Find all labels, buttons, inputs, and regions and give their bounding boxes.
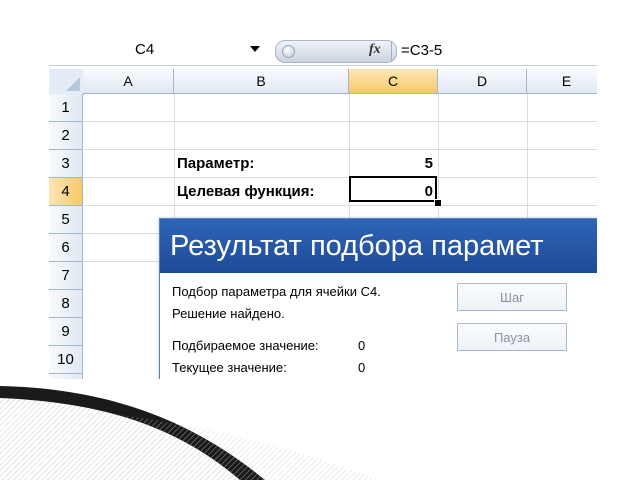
formula-bar-divider <box>391 41 392 61</box>
row-header-6[interactable]: 6 <box>49 234 83 262</box>
dialog-title: Результат подбора парамет <box>160 219 597 273</box>
target-value-label: Подбираемое значение: <box>172 338 319 353</box>
grid-line <box>84 149 597 150</box>
row-header-2[interactable]: 2 <box>49 122 83 150</box>
name-box-dropdown-icon[interactable] <box>250 46 260 52</box>
current-value-label: Текущее значение: <box>172 360 287 375</box>
row-header-7[interactable]: 7 <box>49 262 83 290</box>
row-header-4[interactable]: 4 <box>49 178 83 206</box>
active-cell-border <box>349 176 437 202</box>
row-header-11[interactable]: 11 <box>49 374 83 379</box>
row-header-3[interactable]: 3 <box>49 150 83 178</box>
column-header-c[interactable]: C <box>349 69 438 94</box>
target-value: 0 <box>358 338 366 353</box>
row-header-1[interactable]: 1 <box>49 94 83 122</box>
grid-line <box>84 205 597 206</box>
grid-line <box>84 177 597 178</box>
row-header-9[interactable]: 9 <box>49 318 83 346</box>
cell-c3[interactable]: 5 <box>349 150 433 178</box>
page-curl-decoration <box>0 386 380 480</box>
column-header-b[interactable]: B <box>174 69 349 94</box>
current-value: 0 <box>358 360 366 375</box>
grid-line <box>84 121 597 122</box>
column-header-e[interactable]: E <box>527 69 597 94</box>
row-header-10[interactable]: 10 <box>49 346 83 374</box>
step-button[interactable]: Шаг <box>457 283 567 311</box>
dialog-message-status: Решение найдено. <box>172 306 285 321</box>
formula-bar: C4 fx =C3-5 <box>49 38 597 66</box>
fill-handle[interactable] <box>434 199 442 207</box>
dialog-message-cell: Подбор параметра для ячейки C4. <box>172 284 381 299</box>
cell-b3[interactable]: Параметр: <box>177 150 254 178</box>
column-header-d[interactable]: D <box>438 69 527 94</box>
pause-button[interactable]: Пауза <box>457 323 567 351</box>
excel-screenshot: C4 fx =C3-5 A B C D E 1 2 3 4 5 6 7 8 9 … <box>49 38 597 379</box>
insert-function-icon[interactable]: fx <box>369 42 381 58</box>
goal-seek-result-dialog: Результат подбора парамет Подбор парамет… <box>159 218 597 379</box>
formula-input[interactable]: =C3-5 <box>401 41 442 61</box>
column-header-a[interactable]: A <box>83 69 174 94</box>
cell-b4[interactable]: Целевая функция: <box>177 178 314 206</box>
row-header-8[interactable]: 8 <box>49 290 83 318</box>
select-all-icon <box>66 77 80 91</box>
row-header-5[interactable]: 5 <box>49 206 83 234</box>
select-all-button[interactable] <box>49 69 84 95</box>
